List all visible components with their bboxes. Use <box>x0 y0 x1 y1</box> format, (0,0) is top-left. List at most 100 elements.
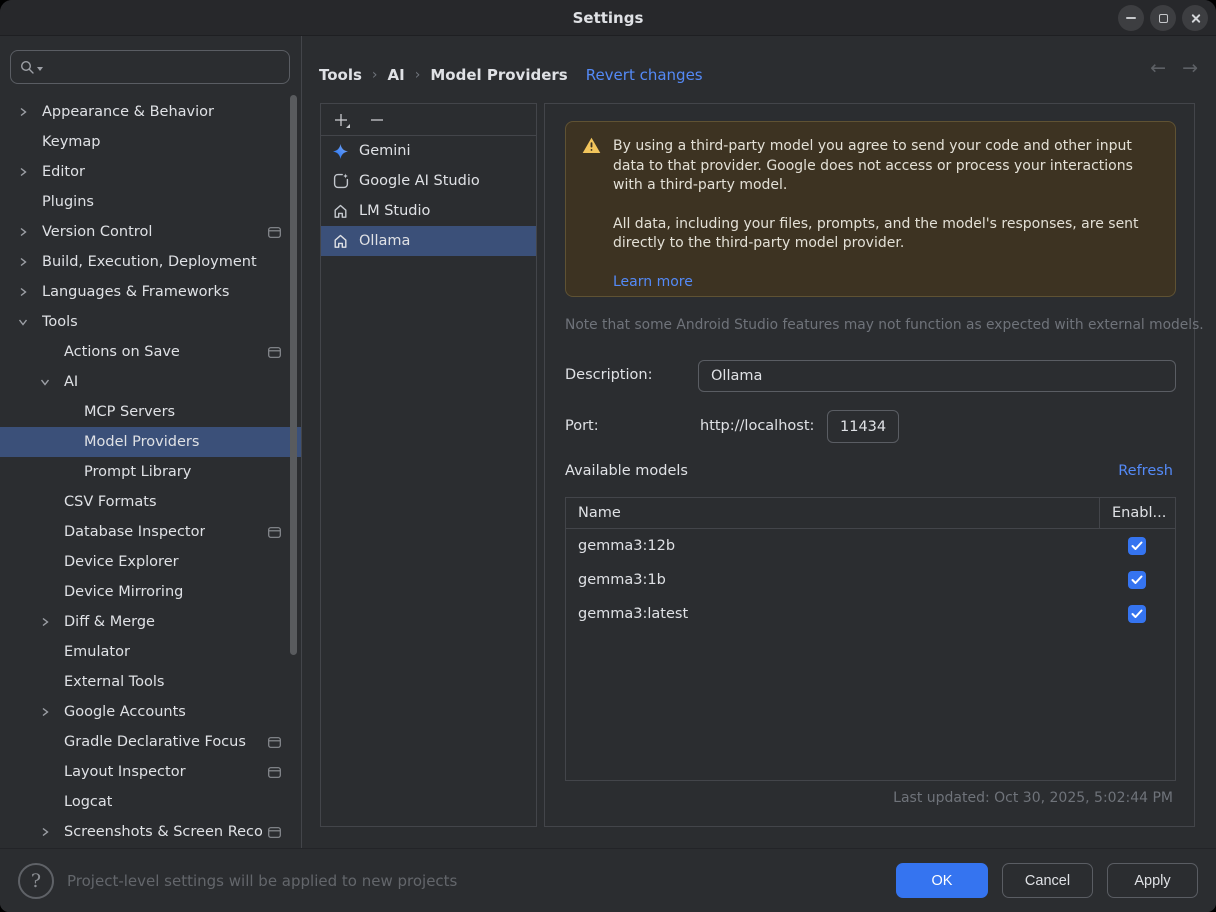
breadcrumb-tools[interactable]: Tools <box>319 66 362 84</box>
chevron-right-icon[interactable] <box>16 165 30 179</box>
chevron-right-icon[interactable] <box>38 825 52 839</box>
provider-item-ollama[interactable]: Ollama <box>321 226 536 256</box>
provider-label: Gemini <box>359 143 411 159</box>
settings-search-box[interactable] <box>10 50 290 84</box>
sidebar-item-database-inspector[interactable]: Database Inspector <box>0 517 301 547</box>
screen-icon <box>262 767 281 778</box>
description-field[interactable] <box>698 360 1176 392</box>
table-row[interactable]: gemma3:12b <box>566 529 1175 563</box>
sidebar-item-label: Tools <box>42 314 78 330</box>
sidebar-item-gradle-declarative-focus[interactable]: Gradle Declarative Focus <box>0 727 301 757</box>
provider-item-gemini[interactable]: Gemini <box>321 136 536 166</box>
chevron-down-icon[interactable] <box>16 315 30 329</box>
sidebar-item-google-accounts[interactable]: Google Accounts <box>0 697 301 727</box>
learn-more-link[interactable]: Learn more <box>613 274 693 290</box>
screen-icon <box>262 827 281 838</box>
chevron-right-icon[interactable] <box>16 255 30 269</box>
column-header-name[interactable]: Name <box>566 505 1099 521</box>
models-table-header: Name Enabl... <box>566 498 1175 529</box>
chevron-down-icon[interactable] <box>38 375 52 389</box>
model-name: gemma3:1b <box>566 572 1099 588</box>
back-arrow-icon[interactable]: ← <box>1150 57 1166 79</box>
sidebar-item-keymap[interactable]: Keymap <box>0 127 301 157</box>
ok-button[interactable]: OK <box>896 863 988 898</box>
screen-icon <box>262 737 281 748</box>
add-provider-button[interactable] <box>330 109 352 131</box>
models-table: Name Enabl... gemma3:12b gemma3:1b g <box>565 497 1176 781</box>
sidebar-item-diff-merge[interactable]: Diff & Merge <box>0 607 301 637</box>
sidebar-item-build-execution-deployment[interactable]: Build, Execution, Deployment <box>0 247 301 277</box>
minimize-button[interactable] <box>1118 5 1144 31</box>
sidebar-item-languages-frameworks[interactable]: Languages & Frameworks <box>0 277 301 307</box>
sidebar-item-external-tools[interactable]: External Tools <box>0 667 301 697</box>
close-button[interactable] <box>1182 5 1208 31</box>
sidebar-item-plugins[interactable]: Plugins <box>0 187 301 217</box>
sidebar-item-prompt-library[interactable]: Prompt Library <box>0 457 301 487</box>
sidebar-item-emulator[interactable]: Emulator <box>0 637 301 667</box>
provider-item-google-ai-studio[interactable]: Google AI Studio <box>321 166 536 196</box>
dialog-footer: Project-level settings will be applied t… <box>0 848 1216 912</box>
model-enabled-checkbox[interactable] <box>1128 537 1146 555</box>
revert-changes-link[interactable]: Revert changes <box>586 66 703 84</box>
sidebar-item-label: Model Providers <box>84 434 199 450</box>
search-options-caret-icon[interactable] <box>37 67 43 71</box>
description-label: Description: <box>565 367 652 383</box>
sidebar-scrollbar[interactable] <box>290 95 297 655</box>
refresh-link[interactable]: Refresh <box>1118 463 1173 479</box>
chevron-right-icon[interactable] <box>38 705 52 719</box>
forward-arrow-icon[interactable]: → <box>1182 57 1198 79</box>
maximize-button[interactable] <box>1150 5 1176 31</box>
sidebar-item-label: Actions on Save <box>64 344 180 360</box>
provider-list-panel: Gemini Google AI Studio LM Studio Ollama <box>320 103 537 827</box>
sidebar-item-label: Plugins <box>42 194 94 210</box>
sidebar-item-label: Version Control <box>42 224 152 240</box>
model-enabled-checkbox[interactable] <box>1128 571 1146 589</box>
sidebar-item-label: Editor <box>42 164 85 180</box>
sidebar-item-screenshots-screen-recording[interactable]: Screenshots & Screen Recordi <box>0 817 301 847</box>
chevron-right-icon[interactable] <box>16 225 30 239</box>
provider-item-lm-studio[interactable]: LM Studio <box>321 196 536 226</box>
settings-sidebar: Appearance & Behavior Keymap Editor Plug… <box>0 36 302 848</box>
table-row[interactable]: gemma3:latest <box>566 597 1175 631</box>
breadcrumb-model-providers[interactable]: Model Providers <box>430 66 567 84</box>
sidebar-item-layout-inspector[interactable]: Layout Inspector <box>0 757 301 787</box>
model-enabled-checkbox[interactable] <box>1128 605 1146 623</box>
sidebar-item-device-mirroring[interactable]: Device Mirroring <box>0 577 301 607</box>
model-name: gemma3:latest <box>566 606 1099 622</box>
sidebar-item-model-providers[interactable]: Model Providers <box>0 427 301 457</box>
available-models-label: Available models <box>565 463 688 479</box>
sidebar-item-label: Emulator <box>64 644 130 660</box>
sidebar-item-editor[interactable]: Editor <box>0 157 301 187</box>
provider-detail-panel: By using a third-party model you agree t… <box>544 103 1195 827</box>
sidebar-item-mcp-servers[interactable]: MCP Servers <box>0 397 301 427</box>
sidebar-item-csv-formats[interactable]: CSV Formats <box>0 487 301 517</box>
house-icon <box>332 234 349 248</box>
search-input[interactable] <box>45 59 280 75</box>
apply-button[interactable]: Apply <box>1107 863 1198 898</box>
cancel-button[interactable]: Cancel <box>1002 863 1093 898</box>
provider-label: Ollama <box>359 233 410 249</box>
sidebar-item-appearance-behavior[interactable]: Appearance & Behavior <box>0 97 301 127</box>
close-icon <box>1190 13 1201 24</box>
sidebar-item-label: Google Accounts <box>64 704 186 720</box>
remove-provider-button[interactable] <box>366 109 388 131</box>
sidebar-item-label: Appearance & Behavior <box>42 104 214 120</box>
sidebar-item-version-control[interactable]: Version Control <box>0 217 301 247</box>
sidebar-item-ai[interactable]: AI <box>0 367 301 397</box>
column-header-enabled[interactable]: Enabl... <box>1099 498 1175 528</box>
sidebar-item-tools[interactable]: Tools <box>0 307 301 337</box>
table-row[interactable]: gemma3:1b <box>566 563 1175 597</box>
help-icon[interactable] <box>18 863 54 899</box>
chevron-right-icon[interactable] <box>16 105 30 119</box>
sidebar-item-label: Database Inspector <box>64 524 205 540</box>
sidebar-item-label: Device Mirroring <box>64 584 183 600</box>
port-prefix: http://localhost: <box>700 418 814 434</box>
sidebar-item-actions-on-save[interactable]: Actions on Save <box>0 337 301 367</box>
sidebar-item-device-explorer[interactable]: Device Explorer <box>0 547 301 577</box>
breadcrumb-ai[interactable]: AI <box>388 66 405 84</box>
chevron-right-icon[interactable] <box>38 615 52 629</box>
port-field[interactable] <box>827 410 899 443</box>
sidebar-item-logcat[interactable]: Logcat <box>0 787 301 817</box>
chevron-right-icon[interactable] <box>16 285 30 299</box>
minimize-icon <box>1126 17 1136 19</box>
